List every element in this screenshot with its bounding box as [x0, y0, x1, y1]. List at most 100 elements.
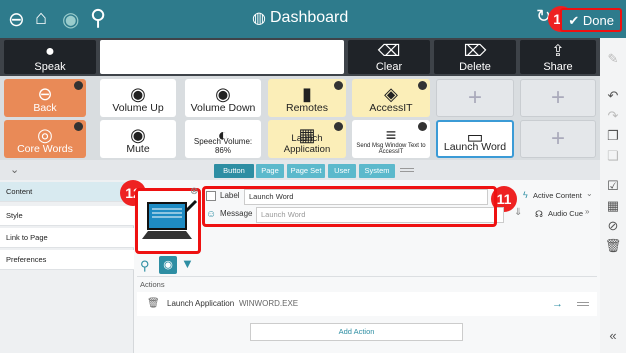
arrow-right-icon[interactable]: → [552, 292, 563, 316]
action-name: Launch Application [167, 299, 235, 308]
share-label: Share [543, 61, 573, 73]
collapse-icon[interactable]: « [600, 326, 626, 346]
drag-handle-icon[interactable] [400, 168, 414, 172]
done-button[interactable]: ✔ Done [560, 8, 622, 32]
audio-cue-label[interactable]: Audio Cue [548, 206, 583, 222]
back-label: Back [33, 102, 57, 114]
done-label: Done [582, 13, 614, 28]
redo-icon[interactable]: ↷ [600, 106, 626, 126]
action-row[interactable]: 🗑 Launch Application WINWORD.EXE → [137, 292, 597, 316]
drag-handle-icon[interactable] [577, 302, 589, 306]
remotes-button[interactable]: ▮ Remotes [268, 79, 346, 117]
launch-word-label: Launch Word [443, 141, 507, 153]
back-button[interactable]: ⊖ Back [4, 79, 86, 117]
check-icon: ✔ [568, 13, 580, 28]
back-arrow-icon[interactable]: ⊖ [8, 7, 25, 32]
clear-button[interactable]: ⌫ Clear [348, 40, 430, 74]
launch-word-button[interactable]: ▭ Launch Word [436, 120, 514, 158]
launch-application-button[interactable]: ▦ Launch Application [268, 120, 346, 158]
core-words-button[interactable]: ◎ Core Words [4, 120, 86, 158]
search-symbol-icon[interactable]: ⚲ [140, 258, 150, 274]
search-icon[interactable]: ⚲ [90, 5, 106, 31]
filter-icon[interactable]: ▼ [181, 256, 194, 271]
tab-system[interactable]: System [359, 164, 395, 178]
clear-icon: ⌫ [377, 43, 401, 60]
trash-icon[interactable]: 🗑 [600, 236, 626, 256]
add-action-button[interactable]: Add Action [250, 323, 463, 341]
tab-page-set[interactable]: Page Set [287, 164, 325, 178]
home-icon[interactable]: ⌂ [35, 7, 47, 30]
grid-icon[interactable]: ▦ [600, 196, 626, 216]
actions-heading: Actions [140, 280, 165, 289]
microphone-icon[interactable]: ⇓ [514, 207, 522, 218]
volume-up-label: Volume Up [112, 102, 164, 114]
edit-dot-icon [418, 122, 427, 131]
copy-icon[interactable]: ❐ [600, 126, 626, 146]
volume-down-button[interactable]: ◉ Volume Down [185, 79, 261, 117]
laptop-icon [142, 199, 198, 239]
delete-label: Delete [459, 61, 491, 73]
collapse-chevron-icon[interactable]: ⌄ [10, 163, 19, 176]
tab-page[interactable]: Page [256, 164, 284, 178]
accessit-button[interactable]: ◈ AccessIT [352, 79, 430, 117]
remotes-label: Remotes [285, 102, 328, 114]
share-icon: ⇪ [551, 43, 565, 60]
lightning-icon: ϟ [523, 190, 528, 200]
sidebar-item-link-to-page[interactable]: Link to Page [0, 228, 134, 248]
camera-icon[interactable]: ◉ [159, 256, 177, 274]
accessit-label: AccessIT [369, 102, 413, 114]
sidebar-item-content[interactable]: Content [0, 182, 134, 202]
volume-down-icon: ◉ [215, 84, 231, 104]
clear-label: Clear [375, 61, 403, 73]
hide-icon[interactable]: ⊘ [600, 216, 626, 236]
dashboard-icon: ◍ [252, 10, 266, 27]
paste-icon[interactable]: ❏ [600, 146, 626, 166]
sidebar-item-style[interactable]: Style [0, 206, 134, 226]
symbol-preview[interactable] [135, 188, 201, 254]
active-content-label[interactable]: Active Content [533, 188, 582, 204]
speak-button[interactable]: ● Speak [4, 40, 96, 74]
headphones-icon: ☊ [535, 209, 543, 219]
empty-slot[interactable]: + [436, 79, 514, 117]
launch-application-label: Launch Application [283, 133, 331, 155]
double-chevron-icon[interactable]: » [585, 207, 589, 216]
chevron-down-icon[interactable]: ⌄ [586, 189, 593, 198]
edit-dot-icon [418, 81, 427, 90]
mute-label: Mute [126, 143, 150, 155]
empty-slot[interactable]: + [520, 79, 596, 117]
mute-icon: ◉ [130, 125, 146, 145]
speech-bubble-icon: ● [45, 43, 55, 60]
undo-icon[interactable]: ↶ [600, 86, 626, 106]
speak-label: Speak [34, 61, 66, 73]
select-icon[interactable]: ☑ [600, 176, 626, 196]
page-title: Dashboard [270, 9, 349, 26]
edit-dot-icon [74, 81, 83, 90]
edit-dot-icon [334, 81, 343, 90]
core-words-label: Core Words [17, 143, 73, 155]
speech-volume-button[interactable]: ◐ Speech Volume: 86% [185, 120, 261, 158]
remove-symbol-icon[interactable]: ⊗ [190, 186, 198, 197]
trash-icon[interactable]: 🗑 [147, 292, 160, 316]
volume-down-label: Volume Down [190, 102, 256, 114]
pencil-icon[interactable]: ✎ [600, 44, 626, 74]
edit-dot-icon [74, 122, 83, 131]
edit-dot-icon [334, 122, 343, 131]
share-button[interactable]: ⇪ Share [520, 40, 596, 74]
send-msg-button[interactable]: ≡ Send Msg Window Text to AccessIT [352, 120, 430, 158]
divider [137, 276, 597, 277]
send-msg-label: Send Msg Window Text to AccessIT [356, 143, 426, 155]
speech-volume-label: Speech Volume: 86% [193, 137, 253, 155]
delete-icon: ⌦ [463, 43, 487, 60]
tab-button[interactable]: Button [214, 164, 254, 178]
volume-up-icon: ◉ [130, 84, 146, 104]
right-toolbar: ✎ ↶ ↷ ❐ ❏ ☑ ▦ ⊘ 🗑 « [600, 38, 626, 353]
delete-button[interactable]: ⌦ Delete [434, 40, 516, 74]
action-detail: WINWORD.EXE [239, 299, 299, 308]
mute-button[interactable]: ◉ Mute [100, 120, 176, 158]
message-window[interactable] [100, 40, 344, 74]
empty-slot[interactable]: + [520, 120, 596, 158]
tab-user[interactable]: User [328, 164, 356, 178]
sidebar-item-preferences[interactable]: Preferences [0, 250, 134, 270]
accessibility-icon[interactable]: ◉ [62, 7, 79, 32]
volume-up-button[interactable]: ◉ Volume Up [100, 79, 176, 117]
